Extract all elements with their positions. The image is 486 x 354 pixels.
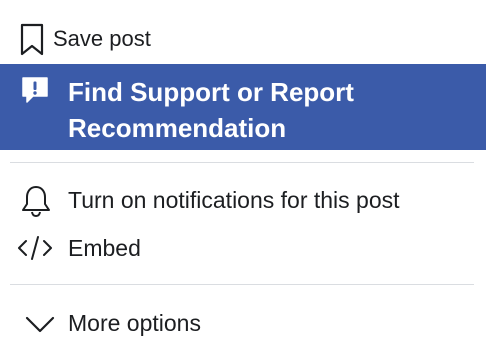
more-options-label: More options	[68, 310, 201, 336]
save-post-menu-item[interactable]: Save post	[0, 20, 486, 58]
bell-icon	[20, 184, 52, 218]
report-flag-icon	[21, 76, 49, 104]
find-support-or-report-menu-item[interactable]: Find Support or Report Recommendation	[0, 64, 486, 150]
embed-menu-item[interactable]: Embed	[0, 228, 486, 268]
bookmark-icon	[19, 23, 45, 57]
chevron-down-icon	[24, 312, 56, 336]
menu-divider	[10, 162, 474, 163]
notifications-label: Turn on notifications for this post	[68, 187, 400, 213]
embed-label: Embed	[68, 235, 141, 261]
save-post-label: Save post	[53, 26, 151, 51]
post-options-menu: Save post Find Support or Report Recomme…	[0, 0, 486, 354]
menu-divider	[10, 284, 474, 285]
code-icon	[17, 233, 53, 263]
turn-on-notifications-menu-item[interactable]: Turn on notifications for this post	[0, 180, 486, 220]
more-options-menu-item[interactable]: More options	[0, 304, 486, 344]
find-support-label: Find Support or Report Recommendation	[68, 77, 354, 143]
